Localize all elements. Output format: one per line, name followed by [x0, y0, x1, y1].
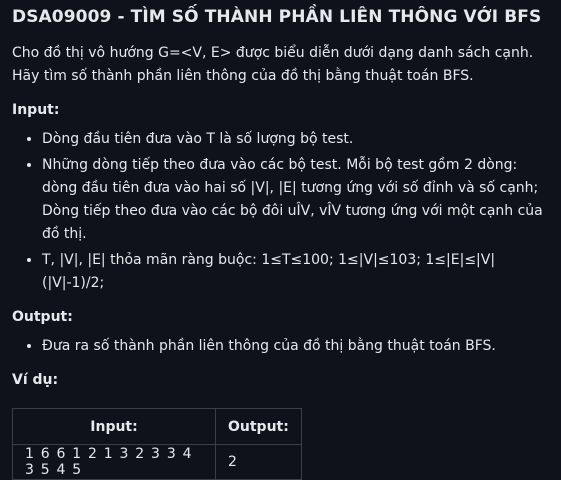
input-item-constraints: T, |V|, |E| thỏa mãn ràng buộc: 1≤T≤100;… [42, 249, 552, 295]
problem-page: DSA09009 - TÌM SỐ THÀNH PHẦN LIÊN THÔNG … [12, 0, 552, 480]
output-item: Đưa ra số thành phần liên thông của đồ t… [42, 335, 552, 358]
example-output-cell: 2 [215, 444, 302, 480]
output-list: Đưa ra số thành phần liên thông của đồ t… [12, 335, 552, 358]
problem-title: DSA09009 - TÌM SỐ THÀNH PHẦN LIÊN THÔNG … [12, 7, 542, 27]
example-header-row: Input: Output: [12, 408, 302, 445]
example-input-cell: 1 6 6 1 2 1 3 2 3 3 4 3 5 4 5 [12, 444, 216, 480]
input-heading: Input: [12, 102, 60, 118]
example-heading: Ví dụ: [12, 372, 59, 388]
input-item-tests: Dòng đầu tiên đưa vào T là số lượng bộ t… [42, 128, 552, 151]
input-item-format: Những dòng tiếp theo đưa vào các bộ test… [42, 154, 552, 246]
example-output-header: Output: [215, 408, 302, 445]
output-heading: Output: [12, 309, 73, 325]
table-row: 1 6 6 1 2 1 3 2 3 3 4 3 5 4 5 2 [12, 444, 302, 480]
problem-description: Cho đồ thị vô hướng G=<V, E> được biểu d… [12, 45, 534, 84]
example-table: Input: Output: 1 6 6 1 2 1 3 2 3 3 4 3 5… [12, 408, 302, 480]
example-input-header: Input: [12, 408, 216, 445]
input-list: Dòng đầu tiên đưa vào T là số lượng bộ t… [12, 128, 552, 295]
